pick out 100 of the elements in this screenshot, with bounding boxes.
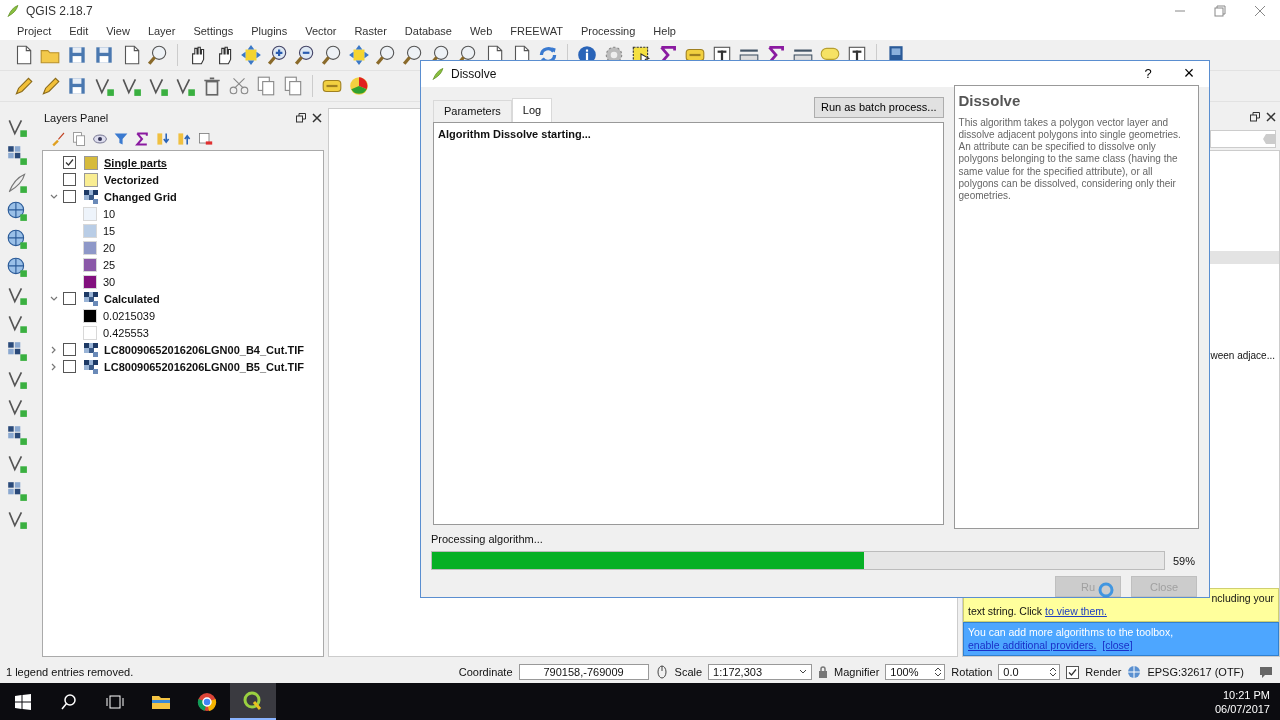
- menu-item[interactable]: Raster: [345, 25, 396, 37]
- app-logo-icon: [431, 66, 445, 81]
- menu-item[interactable]: Vector: [296, 25, 346, 37]
- help-button[interactable]: ?: [1133, 65, 1163, 83]
- pencil-icon[interactable]: [39, 75, 61, 97]
- close-icon[interactable]: [1266, 112, 1276, 122]
- magnifier-spinbox[interactable]: 100%: [885, 664, 946, 680]
- copy-icon[interactable]: [71, 131, 87, 147]
- magnifier-icon[interactable]: [375, 44, 397, 66]
- menu-item[interactable]: Web: [460, 25, 502, 37]
- save-icon[interactable]: [66, 75, 88, 97]
- tab[interactable]: Log: [511, 97, 553, 122]
- raster-layer-icon: [84, 359, 98, 374]
- spin-arrows-icon[interactable]: [934, 666, 943, 678]
- collapse-all-icon[interactable]: [176, 131, 192, 147]
- search-field[interactable]: [1210, 130, 1276, 148]
- coordinate-field[interactable]: 790158,-769009: [518, 664, 649, 680]
- batch-button[interactable]: Run as batch process...: [813, 96, 944, 118]
- layer-checkbox[interactable]: [63, 292, 76, 305]
- menu-item[interactable]: FREEWAT: [501, 25, 572, 37]
- clock-time[interactable]: 10:21 PM: [1214, 687, 1270, 702]
- mouse-icon[interactable]: [654, 665, 669, 679]
- scale-combo[interactable]: 1:172,303: [708, 664, 813, 680]
- tab[interactable]: Parameters: [433, 99, 512, 122]
- spin-arrows-icon[interactable]: [1049, 666, 1058, 678]
- layer-name[interactable]: Vectorized: [104, 173, 160, 186]
- crs-label[interactable]: EPSG:32617 (OTF): [1147, 666, 1244, 678]
- start-icon[interactable]: [15, 693, 31, 710]
- save-icon[interactable]: [66, 44, 88, 66]
- clock-date[interactable]: 06/07/2017: [1214, 701, 1270, 716]
- menu-item[interactable]: View: [97, 25, 139, 37]
- filter-icon[interactable]: [113, 131, 129, 147]
- menu-item[interactable]: Layer: [138, 25, 185, 37]
- add-globe-layer-icon[interactable]: [6, 228, 28, 250]
- render-checkbox[interactable]: [1066, 665, 1080, 679]
- messages-icon[interactable]: [1258, 665, 1274, 679]
- algorithm-text[interactable]: ween adjace...: [1210, 350, 1275, 361]
- browser-icon[interactable]: [197, 691, 217, 712]
- layer-checkbox[interactable]: [63, 173, 76, 186]
- layer-name[interactable]: LC80090652016206LGN00_B5_Cut.TIF: [104, 360, 304, 373]
- magnifier-icon[interactable]: [321, 44, 343, 66]
- pie-chart-icon[interactable]: [348, 75, 370, 97]
- zoom-out-icon[interactable]: [294, 44, 316, 66]
- magnifier-icon[interactable]: [402, 44, 424, 66]
- menu-item[interactable]: Processing: [571, 25, 645, 37]
- scissors-icon[interactable]: [228, 75, 250, 97]
- trash-icon[interactable]: [201, 75, 223, 97]
- task-view-icon[interactable]: [106, 694, 124, 709]
- status-message: 1 legend entries removed.: [6, 666, 135, 678]
- rotation-spinbox[interactable]: 0.0: [998, 664, 1061, 680]
- view-link[interactable]: to view them.: [1045, 605, 1107, 617]
- add-globe-layer-icon[interactable]: [6, 256, 28, 278]
- add-globe-layer-icon[interactable]: [6, 200, 28, 222]
- menu-item[interactable]: Database: [395, 25, 461, 37]
- layer-name[interactable]: Single parts: [104, 156, 167, 169]
- panel-title: Layers Panel: [44, 112, 109, 124]
- search-icon[interactable]: [61, 693, 77, 710]
- menu-item[interactable]: Project: [8, 25, 61, 37]
- add-raster-icon[interactable]: [6, 340, 28, 362]
- raster-layer-icon: [84, 342, 98, 357]
- copy-icon[interactable]: [255, 75, 277, 97]
- close-link[interactable]: [close]: [1102, 639, 1133, 651]
- float-icon[interactable]: [296, 113, 306, 123]
- layer-checkbox[interactable]: [63, 360, 76, 373]
- pencil-icon[interactable]: [12, 75, 34, 97]
- lock-icon[interactable]: [818, 666, 829, 678]
- log-text: Algorithm Dissolve starting...: [438, 127, 591, 140]
- close-icon[interactable]: [312, 113, 322, 123]
- legend-label: 10: [103, 207, 116, 220]
- menu-item[interactable]: Edit: [60, 25, 98, 37]
- eye-icon[interactable]: [92, 131, 108, 147]
- add-raster-icon[interactable]: [6, 480, 28, 502]
- pan-arrows-icon[interactable]: [348, 44, 370, 66]
- layer-checkbox[interactable]: [63, 343, 76, 356]
- menu-item[interactable]: Plugins: [242, 25, 297, 37]
- layer-name[interactable]: Changed Grid: [104, 190, 177, 203]
- providers-link[interactable]: enable additional providers.: [968, 639, 1097, 651]
- remove-layer-icon[interactable]: [197, 131, 213, 147]
- coordinate-label: Coordinate: [458, 666, 513, 678]
- brush-icon[interactable]: [50, 131, 66, 147]
- layer-name[interactable]: Calculated: [104, 292, 160, 305]
- feather-icon[interactable]: [6, 172, 28, 194]
- raster-layer-icon: [84, 189, 98, 204]
- globe-icon[interactable]: [1127, 665, 1142, 679]
- add-raster-icon[interactable]: [6, 144, 28, 166]
- zoom-in-icon[interactable]: [267, 44, 289, 66]
- copy-icon[interactable]: [282, 75, 304, 97]
- float-icon[interactable]: [1250, 112, 1260, 122]
- pan-arrows-icon[interactable]: [240, 44, 262, 66]
- save-icon[interactable]: [93, 44, 115, 66]
- menu-item[interactable]: Settings: [184, 25, 243, 37]
- menu-item[interactable]: Help: [644, 25, 685, 37]
- magnifier-icon[interactable]: [147, 44, 169, 66]
- layer-checkbox[interactable]: [63, 156, 76, 169]
- close-button[interactable]: ×: [1169, 63, 1209, 85]
- layer-checkbox[interactable]: [63, 190, 76, 203]
- add-raster-icon[interactable]: [6, 424, 28, 446]
- sigma-icon[interactable]: [134, 131, 150, 147]
- layer-name[interactable]: LC80090652016206LGN00_B4_Cut.TIF: [104, 343, 304, 356]
- expand-all-icon[interactable]: [155, 131, 171, 147]
